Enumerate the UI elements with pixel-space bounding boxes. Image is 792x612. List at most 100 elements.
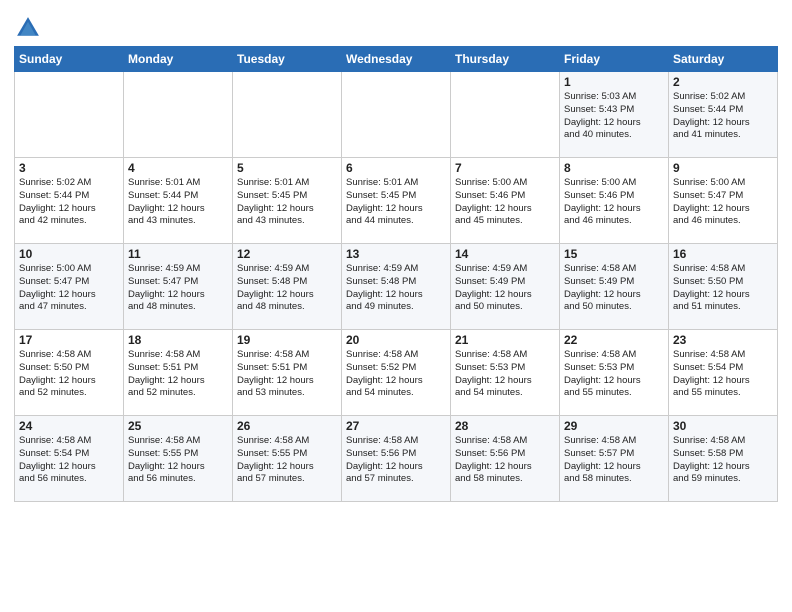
logo-icon: [14, 14, 42, 42]
day-info: Sunrise: 5:01 AM Sunset: 5:45 PM Dayligh…: [237, 177, 337, 228]
day-cell: 9 Sunrise: 5:00 AM Sunset: 5:47 PM Daylig…: [669, 158, 778, 244]
day-cell: 12 Sunrise: 4:59 AM Sunset: 5:48 PM Dayli…: [233, 244, 342, 330]
col-header-monday: Monday: [124, 47, 233, 72]
day-number: 12: [237, 247, 337, 261]
day-number: 20: [346, 333, 446, 347]
day-number: 1: [564, 75, 664, 89]
day-number: 17: [19, 333, 119, 347]
day-number: 29: [564, 419, 664, 433]
day-info: Sunrise: 4:58 AM Sunset: 5:53 PM Dayligh…: [455, 349, 555, 400]
day-cell: 30 Sunrise: 4:58 AM Sunset: 5:58 PM Dayli…: [669, 416, 778, 502]
day-cell: 1 Sunrise: 5:03 AM Sunset: 5:43 PM Daylig…: [560, 72, 669, 158]
day-number: 2: [673, 75, 773, 89]
week-row-2: 10 Sunrise: 5:00 AM Sunset: 5:47 PM Dayli…: [15, 244, 778, 330]
day-info: Sunrise: 4:59 AM Sunset: 5:48 PM Dayligh…: [346, 263, 446, 314]
day-cell: 13 Sunrise: 4:59 AM Sunset: 5:48 PM Dayli…: [342, 244, 451, 330]
day-cell: 27 Sunrise: 4:58 AM Sunset: 5:56 PM Dayli…: [342, 416, 451, 502]
day-cell: [342, 72, 451, 158]
day-info: Sunrise: 4:58 AM Sunset: 5:53 PM Dayligh…: [564, 349, 664, 400]
day-number: 22: [564, 333, 664, 347]
day-info: Sunrise: 5:00 AM Sunset: 5:47 PM Dayligh…: [19, 263, 119, 314]
day-info: Sunrise: 4:59 AM Sunset: 5:48 PM Dayligh…: [237, 263, 337, 314]
day-number: 13: [346, 247, 446, 261]
day-number: 26: [237, 419, 337, 433]
day-cell: 14 Sunrise: 4:59 AM Sunset: 5:49 PM Dayli…: [451, 244, 560, 330]
day-number: 11: [128, 247, 228, 261]
day-number: 8: [564, 161, 664, 175]
day-cell: 24 Sunrise: 4:58 AM Sunset: 5:54 PM Dayli…: [15, 416, 124, 502]
day-info: Sunrise: 4:58 AM Sunset: 5:49 PM Dayligh…: [564, 263, 664, 314]
day-info: Sunrise: 5:00 AM Sunset: 5:47 PM Dayligh…: [673, 177, 773, 228]
day-info: Sunrise: 4:58 AM Sunset: 5:55 PM Dayligh…: [128, 435, 228, 486]
day-cell: 25 Sunrise: 4:58 AM Sunset: 5:55 PM Dayli…: [124, 416, 233, 502]
day-number: 3: [19, 161, 119, 175]
header: [14, 10, 778, 42]
day-number: 5: [237, 161, 337, 175]
day-info: Sunrise: 4:59 AM Sunset: 5:49 PM Dayligh…: [455, 263, 555, 314]
week-row-4: 24 Sunrise: 4:58 AM Sunset: 5:54 PM Dayli…: [15, 416, 778, 502]
page: SundayMondayTuesdayWednesdayThursdayFrid…: [0, 0, 792, 612]
logo: [14, 14, 46, 42]
day-cell: [15, 72, 124, 158]
day-cell: 19 Sunrise: 4:58 AM Sunset: 5:51 PM Dayli…: [233, 330, 342, 416]
day-number: 28: [455, 419, 555, 433]
day-number: 9: [673, 161, 773, 175]
col-header-saturday: Saturday: [669, 47, 778, 72]
day-cell: 2Sunrise: 5:02 AM Sunset: 5:44 PM Daylig…: [669, 72, 778, 158]
day-cell: 3Sunrise: 5:02 AM Sunset: 5:44 PM Daylig…: [15, 158, 124, 244]
day-info: Sunrise: 4:58 AM Sunset: 5:51 PM Dayligh…: [237, 349, 337, 400]
col-header-friday: Friday: [560, 47, 669, 72]
day-info: Sunrise: 5:01 AM Sunset: 5:44 PM Dayligh…: [128, 177, 228, 228]
day-info: Sunrise: 5:00 AM Sunset: 5:46 PM Dayligh…: [455, 177, 555, 228]
day-cell: 18 Sunrise: 4:58 AM Sunset: 5:51 PM Dayli…: [124, 330, 233, 416]
day-number: 7: [455, 161, 555, 175]
col-header-tuesday: Tuesday: [233, 47, 342, 72]
day-cell: 22 Sunrise: 4:58 AM Sunset: 5:53 PM Dayli…: [560, 330, 669, 416]
day-cell: 20Sunrise: 4:58 AM Sunset: 5:52 PM Dayli…: [342, 330, 451, 416]
day-info: Sunrise: 4:58 AM Sunset: 5:55 PM Dayligh…: [237, 435, 337, 486]
day-info: Sunrise: 5:00 AM Sunset: 5:46 PM Dayligh…: [564, 177, 664, 228]
day-info: Sunrise: 4:58 AM Sunset: 5:57 PM Dayligh…: [564, 435, 664, 486]
day-cell: 7 Sunrise: 5:00 AM Sunset: 5:46 PM Daylig…: [451, 158, 560, 244]
day-cell: 15 Sunrise: 4:58 AM Sunset: 5:49 PM Dayli…: [560, 244, 669, 330]
day-number: 25: [128, 419, 228, 433]
day-info: Sunrise: 4:58 AM Sunset: 5:56 PM Dayligh…: [346, 435, 446, 486]
day-info: Sunrise: 4:58 AM Sunset: 5:56 PM Dayligh…: [455, 435, 555, 486]
day-cell: 23 Sunrise: 4:58 AM Sunset: 5:54 PM Dayli…: [669, 330, 778, 416]
day-number: 15: [564, 247, 664, 261]
day-info: Sunrise: 4:58 AM Sunset: 5:50 PM Dayligh…: [19, 349, 119, 400]
week-row-1: 3Sunrise: 5:02 AM Sunset: 5:44 PM Daylig…: [15, 158, 778, 244]
day-number: 23: [673, 333, 773, 347]
day-number: 6: [346, 161, 446, 175]
day-info: Sunrise: 4:58 AM Sunset: 5:58 PM Dayligh…: [673, 435, 773, 486]
calendar-table: SundayMondayTuesdayWednesdayThursdayFrid…: [14, 46, 778, 502]
day-cell: 17 Sunrise: 4:58 AM Sunset: 5:50 PM Dayli…: [15, 330, 124, 416]
day-cell: 26 Sunrise: 4:58 AM Sunset: 5:55 PM Dayli…: [233, 416, 342, 502]
day-cell: 21 Sunrise: 4:58 AM Sunset: 5:53 PM Dayli…: [451, 330, 560, 416]
day-number: 19: [237, 333, 337, 347]
day-cell: 6Sunrise: 5:01 AM Sunset: 5:45 PM Daylig…: [342, 158, 451, 244]
col-header-wednesday: Wednesday: [342, 47, 451, 72]
day-number: 10: [19, 247, 119, 261]
day-cell: 28 Sunrise: 4:58 AM Sunset: 5:56 PM Dayli…: [451, 416, 560, 502]
day-number: 18: [128, 333, 228, 347]
day-number: 27: [346, 419, 446, 433]
day-number: 24: [19, 419, 119, 433]
day-number: 4: [128, 161, 228, 175]
day-cell: 29 Sunrise: 4:58 AM Sunset: 5:57 PM Dayli…: [560, 416, 669, 502]
day-cell: 5 Sunrise: 5:01 AM Sunset: 5:45 PM Daylig…: [233, 158, 342, 244]
day-cell: 16Sunrise: 4:58 AM Sunset: 5:50 PM Dayli…: [669, 244, 778, 330]
day-number: 21: [455, 333, 555, 347]
col-header-thursday: Thursday: [451, 47, 560, 72]
day-cell: 10 Sunrise: 5:00 AM Sunset: 5:47 PM Dayli…: [15, 244, 124, 330]
day-info: Sunrise: 4:58 AM Sunset: 5:54 PM Dayligh…: [673, 349, 773, 400]
day-cell: 4 Sunrise: 5:01 AM Sunset: 5:44 PM Daylig…: [124, 158, 233, 244]
day-info: Sunrise: 4:58 AM Sunset: 5:51 PM Dayligh…: [128, 349, 228, 400]
day-cell: [451, 72, 560, 158]
day-number: 14: [455, 247, 555, 261]
day-info: Sunrise: 5:03 AM Sunset: 5:43 PM Dayligh…: [564, 91, 664, 142]
day-number: 16: [673, 247, 773, 261]
day-number: 30: [673, 419, 773, 433]
day-info: Sunrise: 4:58 AM Sunset: 5:54 PM Dayligh…: [19, 435, 119, 486]
col-header-sunday: Sunday: [15, 47, 124, 72]
